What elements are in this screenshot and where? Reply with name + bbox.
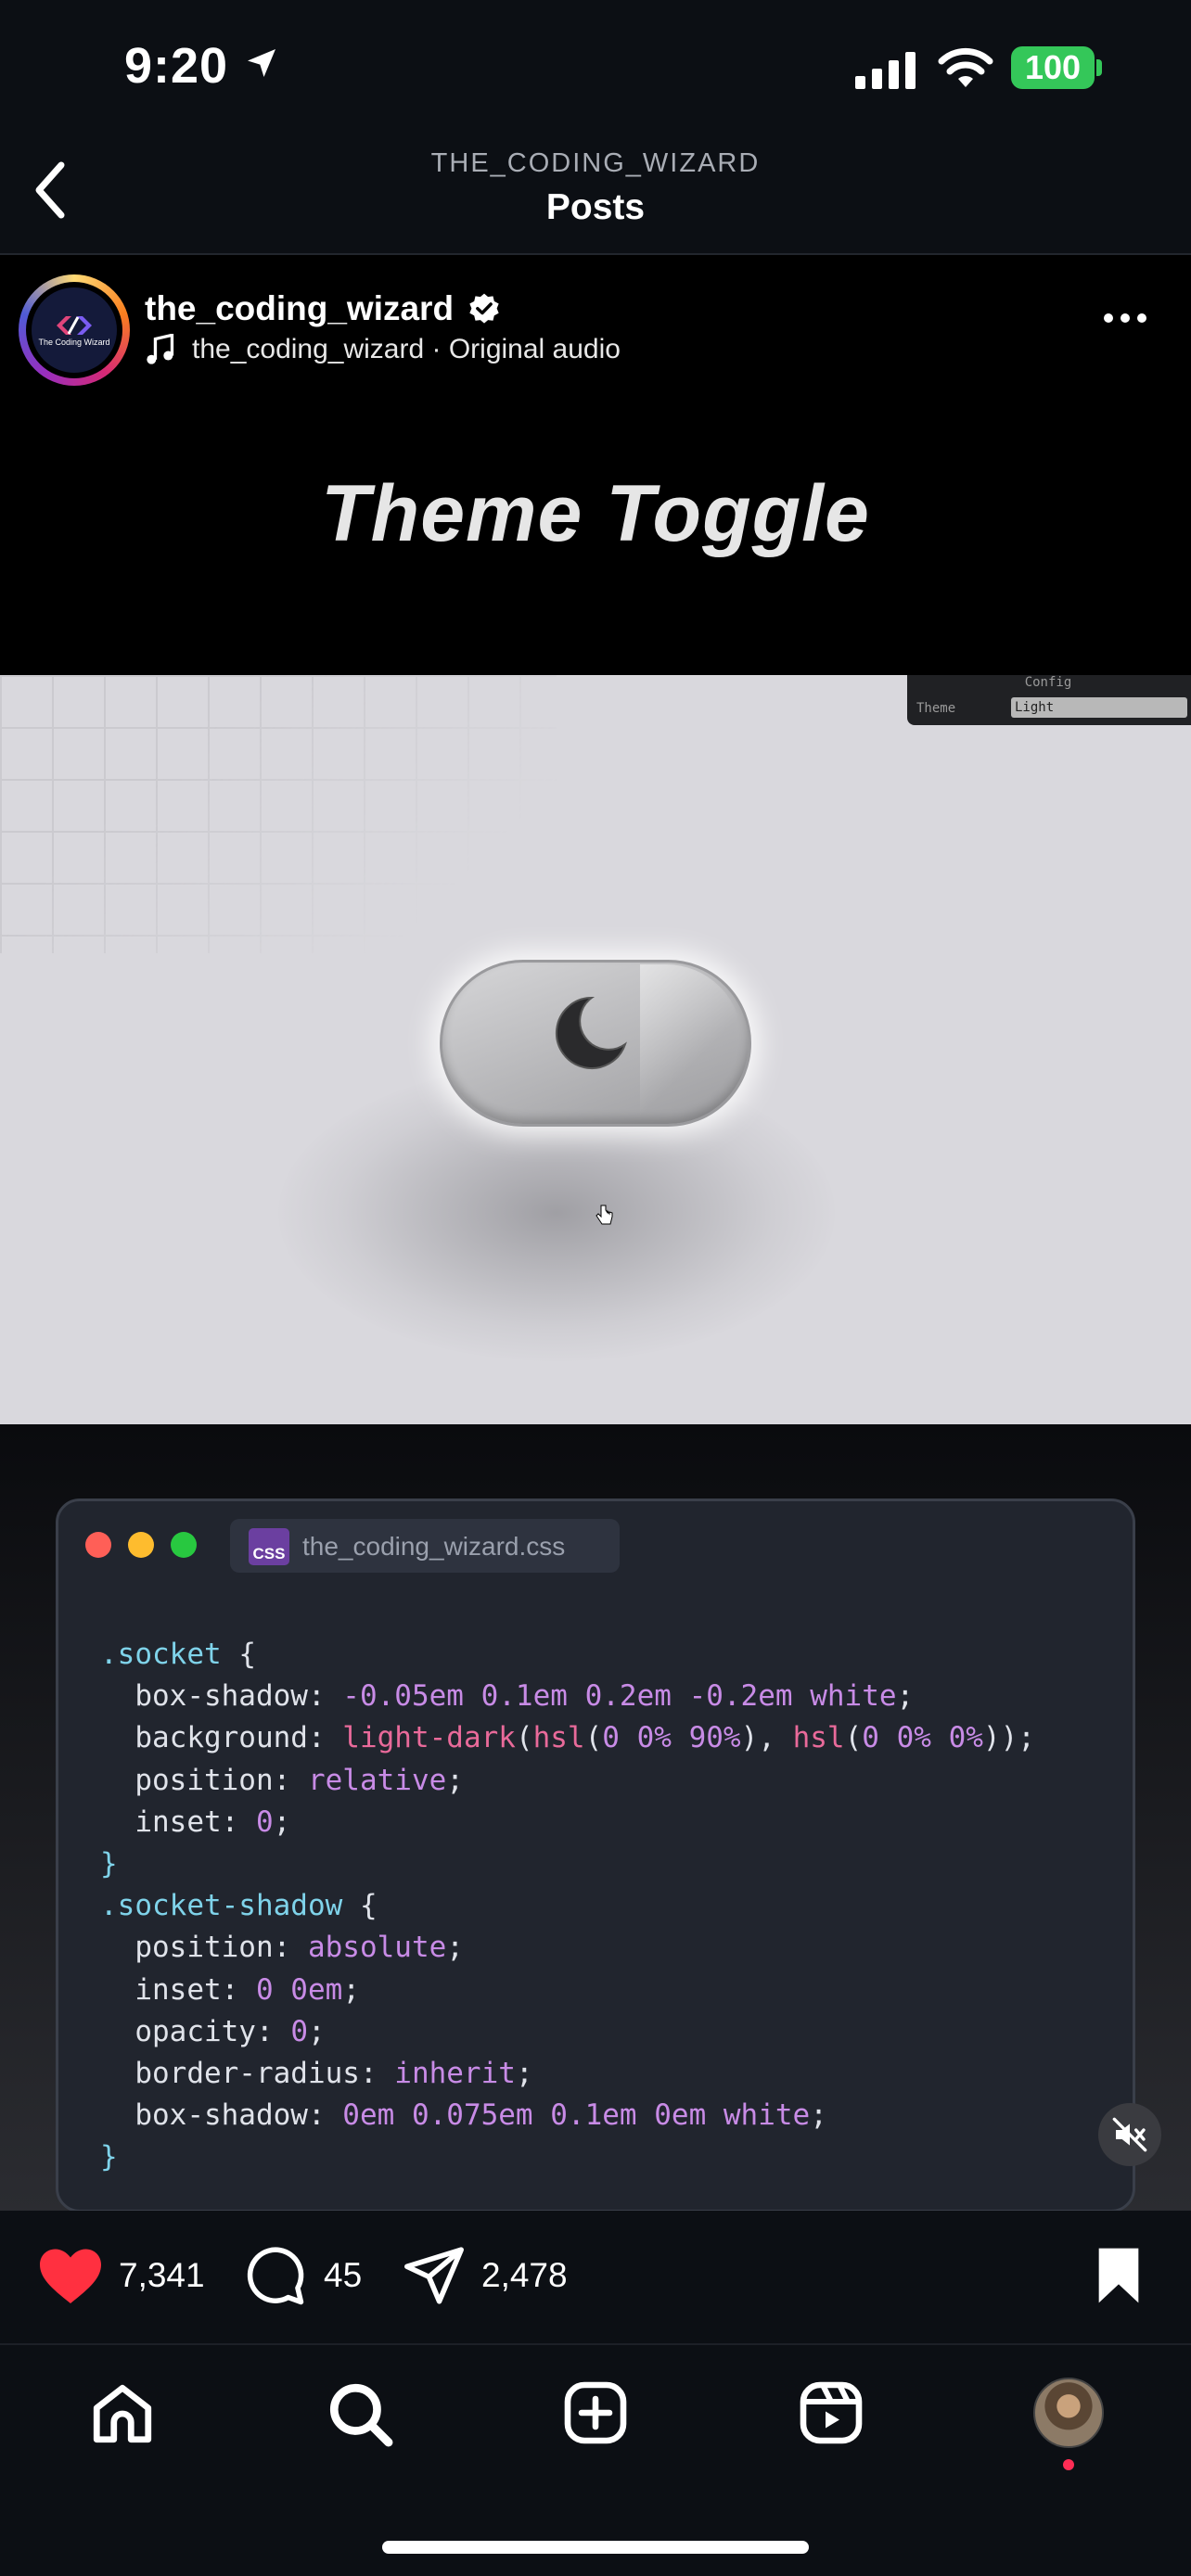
wifi-icon (937, 46, 994, 94)
actions-divider (0, 2343, 1191, 2345)
config-theme-select[interactable]: Light (1011, 697, 1187, 718)
window-minimize-dot (128, 1532, 154, 1558)
battery-indicator: 100 (1011, 46, 1095, 89)
code-line: opacity: 0; (100, 2014, 326, 2048)
avatar-text: The Coding Wizard (38, 338, 110, 347)
code-line: border-radius: inherit; (100, 2057, 533, 2091)
comment-icon[interactable] (245, 2246, 306, 2312)
config-theme-value: Light (1015, 700, 1055, 715)
avatar[interactable]: The Coding Wizard (32, 287, 117, 373)
css-file-icon: CSS (249, 1528, 289, 1565)
status-time: 9:20 (124, 38, 229, 94)
code-line: .socket-shadow { (100, 1889, 378, 1923)
window-close-dot (85, 1532, 111, 1558)
moon-icon (547, 990, 631, 1078)
music-note-icon (145, 333, 176, 372)
window-zoom-dot (171, 1532, 197, 1558)
like-count[interactable]: 7,341 (119, 2256, 205, 2295)
background-grid (0, 675, 557, 953)
mute-icon[interactable] (1098, 2103, 1161, 2166)
battery-tip (1096, 59, 1102, 76)
original-audio-link[interactable]: the_coding_wizard · Original audio (192, 334, 621, 365)
location-arrow-icon (243, 45, 280, 86)
code-line: position: absolute; (100, 1931, 464, 1965)
code-line: .socket { (100, 1638, 256, 1671)
share-icon[interactable] (403, 2246, 466, 2310)
code-line: background: light-dark(hsl(0 0% 90%), hs… (100, 1721, 1035, 1755)
home-indicator[interactable] (382, 2541, 809, 2554)
file-tab-name: the_coding_wizard.css (302, 1532, 566, 1561)
code-block: .socket { box-shadow: -0.05em 0.1em 0.2e… (100, 1634, 1035, 2179)
header-username: THE_CODING_WIZARD (430, 148, 761, 178)
cursor-icon (596, 1204, 614, 1232)
code-line: } (100, 1847, 118, 1881)
code-line: box-shadow: -0.05em 0.1em 0.2em -0.2em w… (100, 1679, 915, 1714)
heart-icon[interactable] (37, 2246, 104, 2310)
bookmark-icon[interactable] (1093, 2246, 1145, 2310)
post-username[interactable]: the_coding_wizard (145, 289, 454, 328)
config-theme-label: Theme (916, 701, 956, 716)
profile-notification-dot (1063, 2459, 1074, 2470)
home-icon[interactable] (87, 2379, 158, 2453)
create-icon[interactable] (562, 2379, 629, 2451)
signal-icon (855, 52, 918, 94)
code-line: box-shadow: 0em 0.075em 0.1em 0em white; (100, 2098, 827, 2133)
video-title: Theme Toggle (321, 469, 870, 558)
code-line: position: relative; (100, 1763, 464, 1797)
share-count[interactable]: 2,478 (481, 2256, 568, 2295)
reels-icon[interactable] (798, 2379, 864, 2451)
code-line: inset: 0 0em; (100, 1972, 360, 2007)
more-icon[interactable] (1104, 313, 1146, 323)
code-line: inset: 0; (100, 1804, 291, 1839)
config-panel-title: Config (1024, 675, 1072, 690)
code-line: } (100, 2140, 118, 2174)
page-title: Posts (545, 187, 646, 227)
search-icon[interactable] (325, 2379, 395, 2453)
profile-avatar-tab[interactable] (1033, 2378, 1104, 2448)
comment-count[interactable]: 45 (324, 2256, 362, 2295)
verified-icon (467, 292, 502, 332)
